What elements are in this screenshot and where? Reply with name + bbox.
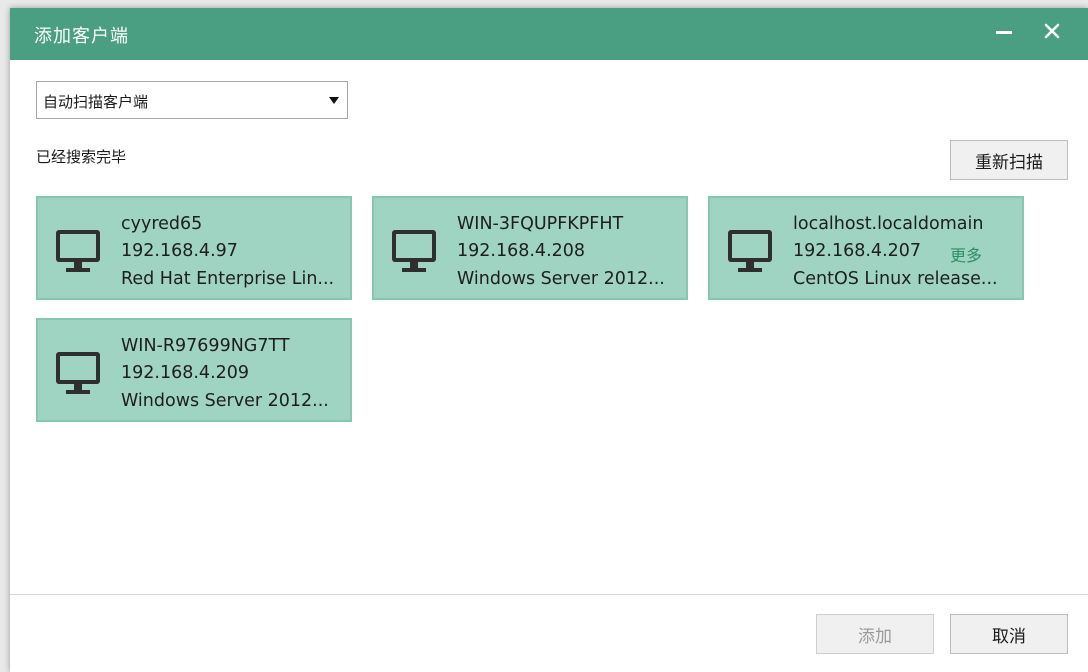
- cancel-button[interactable]: 取消: [950, 614, 1068, 654]
- title-bar: 添加客户端: [10, 8, 1088, 60]
- close-icon: [1044, 23, 1060, 39]
- computer-icon: [728, 230, 772, 272]
- client-os: Windows Server 2012...: [121, 391, 329, 411]
- scan-mode-select[interactable]: 自动扫描客户端: [36, 81, 348, 119]
- client-ip: 192.168.4.97: [121, 241, 238, 261]
- client-card[interactable]: cyyred65 192.168.4.97 Red Hat Enterprise…: [36, 196, 352, 300]
- client-ip: 192.168.4.207: [793, 241, 922, 261]
- client-ip: 192.168.4.208: [457, 241, 586, 261]
- computer-icon: [56, 230, 100, 272]
- client-hostname: cyyred65: [121, 214, 203, 234]
- close-button[interactable]: [1034, 14, 1070, 48]
- client-hostname: WIN-3FQUPFKPFHT: [457, 214, 624, 234]
- client-os: CentOS Linux release...: [793, 269, 998, 289]
- rescan-button[interactable]: 重新扫描: [950, 140, 1068, 180]
- client-ip: 192.168.4.209: [121, 363, 250, 383]
- client-os: Windows Server 2012...: [457, 269, 665, 289]
- scan-mode-value: 自动扫描客户端: [43, 93, 149, 111]
- minimize-icon: [996, 30, 1012, 34]
- client-card[interactable]: WIN-R97699NG7TT 192.168.4.209 Windows Se…: [36, 318, 352, 422]
- more-link[interactable]: 更多: [950, 242, 982, 266]
- computer-icon: [392, 230, 436, 272]
- add-client-dialog: 添加客户端 自动扫描客户端 已经搜索完毕 重新扫描 cyyred65 192.1…: [10, 8, 1088, 672]
- client-hostname: WIN-R97699NG7TT: [121, 336, 290, 356]
- dialog-title: 添加客户端: [34, 26, 129, 47]
- client-os: Red Hat Enterprise Lin...: [121, 269, 335, 289]
- minimize-button[interactable]: [986, 14, 1022, 48]
- footer-divider: [10, 594, 1088, 595]
- add-button[interactable]: 添加: [816, 614, 934, 654]
- client-hostname: localhost.localdomain: [793, 214, 984, 234]
- client-card[interactable]: WIN-3FQUPFKPFHT 192.168.4.208 Windows Se…: [372, 196, 688, 300]
- computer-icon: [56, 352, 100, 394]
- client-card[interactable]: localhost.localdomain 192.168.4.207 更多 C…: [708, 196, 1024, 300]
- scan-status-text: 已经搜索完毕: [36, 148, 127, 166]
- dropdown-arrow-icon: [329, 97, 339, 104]
